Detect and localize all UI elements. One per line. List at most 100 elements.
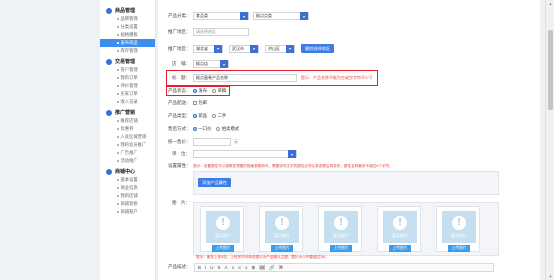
align-center-icon[interactable]: ≡ bbox=[238, 265, 241, 270]
type-used-radio[interactable]: 二手 bbox=[212, 113, 226, 119]
chevron-down-icon: ▾ bbox=[300, 12, 308, 20]
sidebar-item-reviews[interactable]: 评价管理 bbox=[100, 82, 155, 90]
add-attr-button[interactable]: 添加产品属性 bbox=[198, 178, 232, 187]
sidebar-item-shop-decor[interactable]: 商铺装修 bbox=[100, 200, 155, 208]
sidebar-item-shop-account[interactable]: 商铺账户 bbox=[100, 208, 155, 216]
chevron-down-icon: ▾ bbox=[286, 44, 294, 53]
chevron-down-icon: ▾ bbox=[288, 150, 296, 158]
alert-icon: ! bbox=[452, 215, 466, 230]
city-select[interactable]: 武汉市 ▾ bbox=[229, 44, 259, 53]
image-slot[interactable]: ! 暂无图片 上传图片 bbox=[377, 206, 421, 252]
price-input[interactable] bbox=[193, 138, 231, 146]
underline-icon[interactable]: U bbox=[210, 265, 213, 270]
shop-select[interactable]: 糕点店 ▾ bbox=[193, 60, 229, 68]
sidebar-item-region-marketing[interactable]: 入驻区域营销 bbox=[100, 133, 155, 141]
chevron-down-icon: ▾ bbox=[240, 12, 248, 20]
sidebar-item-buyer-orders[interactable]: 买家订单 bbox=[100, 90, 155, 98]
sidebar-item-activity-promo[interactable]: 活动推广 bbox=[100, 157, 155, 165]
sidebar-item-category[interactable]: 分类设置 bbox=[100, 23, 155, 31]
shop-row: 店 铺： 糕点店 ▾ bbox=[168, 60, 229, 68]
category-row: 产品分类： 食品类 ▾ 糕点点类 ▾ bbox=[168, 12, 309, 20]
sidebar-group-marketing[interactable]: 推广营销 bbox=[100, 108, 155, 117]
sidebar: 商品管理 品牌管理 分类设置 规格模板 发布商品 库存管理 交易管理 客户管理 … bbox=[100, 0, 156, 280]
category-select-2[interactable]: 糕点点类 ▾ bbox=[253, 12, 309, 20]
sidebar-item-customers[interactable]: 客户管理 bbox=[100, 66, 155, 74]
alert-icon: ! bbox=[275, 215, 289, 230]
scroll-down-icon[interactable]: ▼ bbox=[548, 274, 553, 279]
strike-icon[interactable]: S bbox=[218, 265, 221, 270]
align-left-icon[interactable]: ≡ bbox=[232, 265, 235, 270]
upload-button[interactable]: 上传图片 bbox=[330, 245, 352, 252]
scrollbar-thumb[interactable] bbox=[548, 30, 553, 110]
image-slot[interactable]: ! 暂无图片 上传图片 bbox=[200, 206, 244, 252]
title-row: 标 题： 糕点蛋卷产品名称 提示：产品名称不能为空或空字符不少于 bbox=[172, 74, 373, 82]
sidebar-item-publish[interactable]: 发布商品 bbox=[100, 39, 155, 47]
attrs-hint: 提示：设置属性可以按照您想要的规格参数填写，需要填写文字的属性必须认真查看后再发… bbox=[193, 163, 393, 168]
shipping-row: 产品配送： 包邮 bbox=[168, 100, 208, 106]
attrs-panel: 添加产品属性 bbox=[193, 171, 499, 195]
attrs-row: 设置属性： 提示：设置属性可以按照您想要的规格参数填写，需要填写文字的属性必须认… bbox=[168, 163, 393, 168]
sidebar-item-member-promo[interactable]: 我的会员推广 bbox=[100, 141, 155, 149]
sidebar-item-ad-promo[interactable]: 广告推广 bbox=[100, 149, 155, 157]
product-form: 产品分类： 食品类 ▾ 糕点点类 ▾ 推广地区： 请选择地区 推广地区： 湖北省 ▾ … bbox=[158, 0, 540, 280]
chevron-down-icon: ▾ bbox=[214, 44, 222, 53]
district-select[interactable]: 洪山区 ▾ bbox=[265, 44, 295, 53]
status-publish-radio[interactable]: 发布 bbox=[193, 88, 207, 94]
sale-mode-row: 售后方式： 一口价 拍卖模式 bbox=[168, 126, 240, 132]
scrollbar[interactable]: ▲ ▼ bbox=[545, 0, 554, 280]
sale-fixed-radio[interactable]: 一口价 bbox=[193, 126, 211, 132]
sidebar-item-coupon[interactable]: 优惠券 bbox=[100, 125, 155, 133]
editor-toolbar: B I U S A ≡ ≡ ≡ ⊞ 🖼 🔗 ⌘ bbox=[194, 263, 494, 272]
sidebar-item-income[interactable]: 收入记录 bbox=[100, 98, 155, 106]
scroll-up-icon[interactable]: ▲ bbox=[548, 1, 553, 6]
align-right-icon[interactable]: ≡ bbox=[245, 265, 248, 270]
image-slot[interactable]: ! 暂无图片 上传图片 bbox=[318, 206, 362, 252]
image-icon[interactable]: 🖼 bbox=[259, 265, 265, 271]
upload-button[interactable]: 上传图片 bbox=[212, 245, 234, 252]
sidebar-item-stock[interactable]: 库存管理 bbox=[100, 47, 155, 55]
sidebar-item-recommend[interactable]: 推荐店铺 bbox=[100, 117, 155, 125]
type-row: 产品类型： 新品 二手 bbox=[168, 113, 227, 119]
category-select-1[interactable]: 食品类 ▾ bbox=[193, 12, 249, 20]
image-slot[interactable]: ! 暂无图片 上传图片 bbox=[259, 206, 303, 252]
font-color-icon[interactable]: A bbox=[225, 265, 228, 270]
trade-icon bbox=[106, 58, 112, 65]
italic-icon[interactable]: I bbox=[205, 265, 206, 270]
sidebar-group-title: 商品管理 bbox=[115, 8, 136, 14]
detail-row: 产品描述： bbox=[168, 264, 191, 269]
link-icon[interactable]: 🔗 bbox=[269, 265, 275, 271]
code-icon[interactable]: ⌘ bbox=[279, 265, 284, 271]
upload-button[interactable]: 上传图片 bbox=[448, 245, 470, 252]
sidebar-item-business-info[interactable]: 商业信息 bbox=[100, 184, 155, 192]
sidebar-item-brand[interactable]: 品牌管理 bbox=[100, 15, 155, 23]
province-select[interactable]: 湖北省 ▾ bbox=[193, 44, 223, 53]
images-row: 图 片： bbox=[172, 200, 190, 205]
area-input[interactable]: 请选择地区 bbox=[193, 28, 249, 36]
delete-region-button[interactable]: 删除选择地区 bbox=[301, 44, 335, 53]
sidebar-item-basic-settings[interactable]: 基本设置 bbox=[100, 176, 155, 184]
chevron-down-icon: ▾ bbox=[220, 60, 228, 68]
sidebar-item-my-shop[interactable]: 我的店铺 bbox=[100, 192, 155, 200]
type-new-radio[interactable]: 新品 bbox=[193, 113, 207, 119]
unit-select[interactable]: ▾ bbox=[193, 150, 297, 158]
title-input[interactable]: 糕点蛋卷产品名称 bbox=[193, 74, 297, 82]
upload-button[interactable]: 上传图片 bbox=[271, 245, 293, 252]
shipping-free-checkbox[interactable]: 包邮 bbox=[193, 100, 207, 106]
status-row: 产品状态： 发布 草稿 bbox=[168, 88, 227, 94]
sidebar-group-trade[interactable]: 交易管理 bbox=[100, 57, 155, 66]
chevron-down-icon: ▾ bbox=[250, 44, 258, 53]
sidebar-item-orders[interactable]: 我的订单 bbox=[100, 74, 155, 82]
image-slot[interactable]: ! 暂无图片 上传图片 bbox=[436, 206, 480, 252]
alert-icon: ! bbox=[334, 215, 348, 230]
sidebar-group-shop[interactable]: 商铺中心 bbox=[100, 167, 155, 176]
bold-icon[interactable]: B bbox=[198, 265, 201, 270]
title-hint: 提示：产品名称不能为空或空字符不少于 bbox=[301, 75, 373, 80]
price-row: 统一售价： 元 bbox=[168, 138, 238, 146]
table-icon[interactable]: ⊞ bbox=[251, 265, 255, 271]
status-draft-radio[interactable]: 草稿 bbox=[212, 88, 226, 94]
sidebar-group-goods[interactable]: 商品管理 bbox=[100, 6, 155, 15]
sale-auction-radio[interactable]: 拍卖模式 bbox=[216, 126, 239, 132]
upload-button[interactable]: 上传图片 bbox=[389, 245, 411, 252]
sidebar-item-spec[interactable]: 规格模板 bbox=[100, 31, 155, 39]
alert-icon: ! bbox=[216, 215, 230, 230]
